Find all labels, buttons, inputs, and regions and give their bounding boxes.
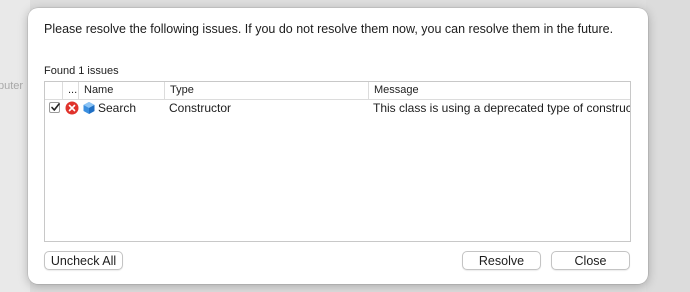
checkmark-icon (51, 103, 60, 111)
column-status-header[interactable]: ... (62, 82, 78, 99)
row-checkbox[interactable] (49, 102, 60, 113)
resolve-button[interactable]: Resolve (462, 251, 541, 270)
table-row[interactable]: Search Constructor This class is using a… (45, 100, 630, 117)
issues-table[interactable]: ... Name Type Message Search Constructor (44, 81, 631, 242)
close-button[interactable]: Close (551, 251, 630, 270)
error-x-icon (65, 101, 79, 115)
background-window-right (646, 0, 690, 292)
uncheck-all-button[interactable]: Uncheck All (44, 251, 123, 270)
found-issues-label: Found 1 issues (44, 65, 119, 77)
column-checkbox-header[interactable] (45, 82, 62, 99)
background-window-left: puter (0, 0, 30, 292)
column-message-header[interactable]: Message (368, 82, 630, 99)
background-sidebar-text: puter (0, 80, 24, 92)
row-type: Constructor (169, 101, 232, 115)
resolve-issues-dialog: Please resolve the following issues. If … (28, 8, 648, 284)
column-type-header[interactable]: Type (164, 82, 368, 99)
dialog-message: Please resolve the following issues. If … (44, 22, 614, 36)
column-name-header[interactable]: Name (78, 82, 164, 99)
row-message: This class is using a deprecated type of… (373, 101, 630, 115)
table-header: ... Name Type Message (45, 82, 630, 100)
row-name: Search (98, 101, 137, 115)
cube-icon (83, 102, 95, 114)
